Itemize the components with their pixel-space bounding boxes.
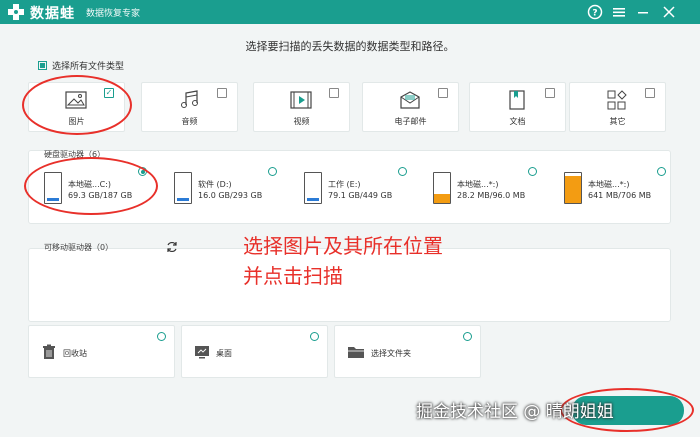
drive-size: 28.2 MB/96.0 MB (457, 191, 526, 200)
minimize-icon[interactable] (634, 3, 652, 21)
annotation-ellipse (24, 157, 158, 215)
title-bar: 数据蛙 数据恢复专家 ? (0, 0, 700, 24)
music-icon (177, 89, 201, 111)
location-desktop[interactable]: 桌面 (181, 325, 328, 378)
location-label: 回收站 (63, 349, 87, 358)
drive-item[interactable]: 工作 (E:) 79.1 GB/449 GB (304, 172, 414, 206)
drive-radio[interactable] (657, 167, 666, 176)
recycle-bin-icon (43, 344, 55, 359)
select-all-label: 选择所有文件类型 (52, 62, 125, 72)
removable-drive-title: 可移动驱动器（0） (44, 243, 114, 252)
drive-item[interactable]: 本地磁...*:) 641 MB/706 MB (564, 172, 664, 206)
help-icon[interactable]: ? (586, 3, 604, 21)
file-type-document[interactable]: 文档 (469, 82, 566, 132)
file-type-other[interactable]: 其它 (569, 82, 666, 132)
close-icon[interactable] (660, 3, 678, 21)
file-type-audio[interactable]: 音频 (141, 82, 238, 132)
location-radio[interactable] (157, 332, 166, 341)
file-type-document-checkbox[interactable] (545, 88, 555, 98)
annotation-ellipse (22, 75, 132, 135)
file-type-label: 电子邮件 (394, 117, 427, 126)
annotation-line-2: 并点击扫描 (243, 264, 343, 288)
drive-radio[interactable] (268, 167, 277, 176)
drive-name: 本地磁...*:) (457, 180, 499, 189)
file-type-email-checkbox[interactable] (438, 88, 448, 98)
document-icon (505, 89, 529, 111)
drive-icon (433, 172, 451, 204)
file-type-email[interactable]: 电子邮件 (362, 82, 459, 132)
select-all-check-icon (38, 61, 47, 70)
drive-name: 工作 (E:) (328, 180, 361, 189)
location-label: 桌面 (216, 349, 232, 358)
location-recycle-bin[interactable]: 回收站 (28, 325, 175, 378)
app-subtitle: 数据恢复专家 (86, 9, 141, 19)
drive-bar (177, 198, 189, 201)
drive-name: 本地磁...*:) (588, 180, 630, 189)
other-icon (605, 89, 629, 111)
folder-icon (348, 347, 364, 358)
file-type-label: 音频 (181, 117, 198, 126)
drive-radio[interactable] (528, 167, 537, 176)
svg-text:?: ? (592, 9, 597, 19)
watermark: 掘金技术社区 @ 晴朗姐姐 (416, 402, 614, 422)
video-icon (289, 89, 313, 111)
annotation-line-1: 选择图片及其所在位置 (243, 234, 443, 258)
drive-item[interactable]: 本地磁...*:) 28.2 MB/96.0 MB (433, 172, 543, 206)
file-type-video-checkbox[interactable] (329, 88, 339, 98)
location-radio[interactable] (310, 332, 319, 341)
drive-size: 641 MB/706 MB (588, 191, 652, 200)
file-type-label: 文档 (509, 117, 526, 126)
page-heading: 选择要扫描的丢失数据的数据类型和路径。 (245, 40, 455, 53)
drive-size: 79.1 GB/449 GB (328, 191, 393, 200)
location-label: 选择文件夹 (371, 349, 411, 358)
app-logo-icon (8, 4, 24, 20)
select-all-checkbox[interactable]: 选择所有文件类型 (38, 59, 124, 72)
drive-usage-fill (565, 175, 581, 203)
drive-item[interactable]: 软件 (D:) 16.0 GB/293 GB (174, 172, 284, 206)
drive-icon (564, 172, 582, 204)
file-type-video[interactable]: 视频 (253, 82, 350, 132)
file-type-label: 其它 (609, 117, 626, 126)
drive-icon (304, 172, 322, 204)
drive-icon (174, 172, 192, 204)
file-type-audio-checkbox[interactable] (217, 88, 227, 98)
desktop-icon (195, 346, 209, 359)
file-type-label: 视频 (293, 117, 310, 126)
drive-radio[interactable] (398, 167, 407, 176)
file-type-other-checkbox[interactable] (645, 88, 655, 98)
drive-usage-fill (434, 194, 450, 203)
refresh-icon[interactable] (166, 241, 178, 256)
drive-size: 16.0 GB/293 GB (198, 191, 263, 200)
drive-name: 软件 (D:) (198, 180, 232, 189)
location-select-folder[interactable]: 选择文件夹 (334, 325, 481, 378)
menu-icon[interactable] (610, 3, 628, 21)
mail-icon (398, 89, 422, 111)
location-radio[interactable] (463, 332, 472, 341)
app-brand: 数据蛙 (30, 6, 75, 22)
drive-bar (307, 198, 319, 201)
